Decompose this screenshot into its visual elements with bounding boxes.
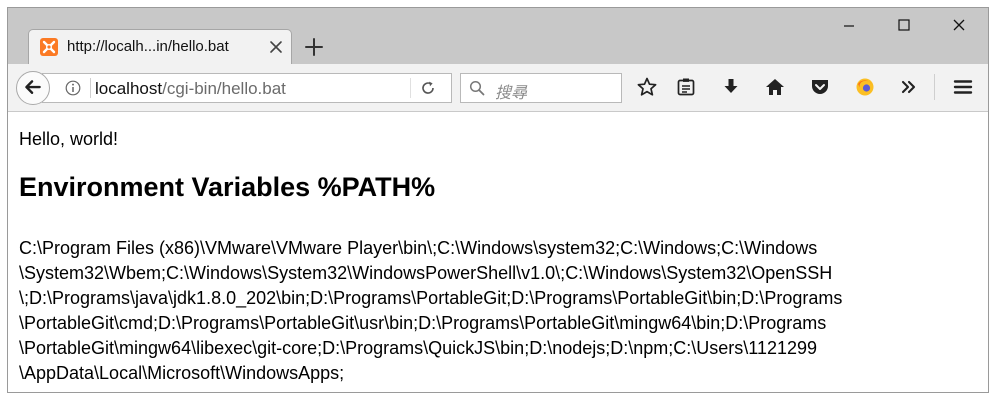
path-line: \;D:\Programs\java\jdk1.8.0_202\bin;D:\P… [19, 288, 843, 308]
pocket-icon[interactable] [809, 76, 831, 98]
url-host: localhost [95, 79, 163, 98]
bookmark-star-icon[interactable] [636, 76, 658, 98]
maximize-icon[interactable] [881, 8, 927, 42]
url-text[interactable]: localhost/cgi-bin/hello.bat [95, 79, 286, 99]
path-line: C:\Program Files (x86)\VMware\VMware Pla… [19, 238, 818, 258]
browser-tab[interactable]: http://localh...in/hello.bat [29, 30, 291, 64]
path-line: \PortableGit\mingw64\libexec\git-core;D:… [19, 338, 818, 358]
tab-title: http://localh...in/hello.bat [67, 38, 229, 55]
navigation-toolbar: localhost/cgi-bin/hello.bat 搜尋 [8, 64, 988, 112]
url-divider [90, 78, 91, 98]
search-placeholder: 搜尋 [495, 85, 528, 102]
reading-list-icon[interactable] [675, 76, 697, 98]
reload-divider [410, 78, 411, 98]
path-value: C:\Program Files (x86)\VMware\VMware Pla… [19, 236, 842, 386]
tab-close-icon[interactable] [268, 39, 284, 55]
extension-icon[interactable] [854, 76, 876, 98]
hamburger-menu-icon[interactable] [952, 76, 974, 98]
search-bar[interactable]: 搜尋 [460, 73, 622, 103]
path-line: \AppData\Local\Microsoft\WindowsApps; [19, 363, 345, 383]
page-content: Hello, world! Environment Variables %PAT… [8, 112, 988, 392]
browser-window: http://localh...in/hello.bat localhost/c… [7, 7, 989, 393]
download-icon[interactable] [720, 76, 742, 98]
toolbar-divider [934, 74, 935, 100]
back-button[interactable] [16, 71, 50, 105]
url-bar[interactable]: localhost/cgi-bin/hello.bat [42, 73, 452, 103]
url-path: /cgi-bin/hello.bat [162, 79, 286, 98]
reload-icon[interactable] [420, 80, 436, 96]
title-bar: http://localh...in/hello.bat [8, 8, 988, 64]
minimize-icon[interactable] [826, 8, 872, 42]
site-info-icon[interactable] [65, 80, 81, 96]
page-heading: Environment Variables %PATH% [19, 172, 436, 202]
greeting-text: Hello, world! [19, 129, 119, 149]
new-tab-icon[interactable] [301, 34, 327, 60]
close-icon[interactable] [936, 8, 982, 42]
back-arrow-icon [25, 80, 41, 94]
overflow-chevron-icon[interactable] [898, 76, 920, 98]
home-icon[interactable] [764, 76, 786, 98]
search-icon [469, 80, 485, 96]
xampp-favicon-icon [40, 38, 58, 56]
path-line: \System32\Wbem;C:\Windows\System32\Windo… [19, 263, 833, 283]
path-line: \PortableGit\cmd;D:\Programs\PortableGit… [19, 313, 827, 333]
